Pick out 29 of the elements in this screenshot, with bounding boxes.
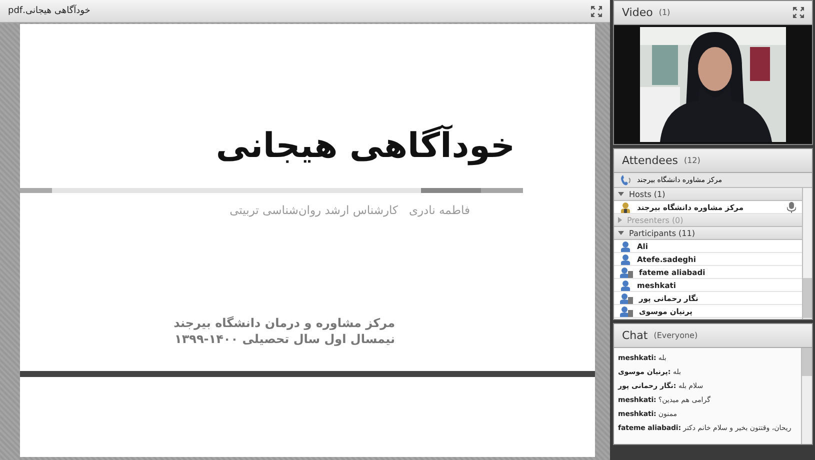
pod-count: (12) — [684, 156, 700, 165]
microphone-icon — [787, 202, 796, 212]
group-header[interactable]: Participants (11) — [614, 227, 802, 240]
pod-count: (Everyone) — [654, 331, 698, 340]
scrollbar-thumb[interactable] — [802, 348, 812, 376]
pod-count: (1) — [658, 8, 670, 17]
people-icon — [620, 292, 633, 304]
collapse-arrow-icon[interactable] — [618, 231, 624, 235]
people-icon — [620, 266, 633, 278]
pod-title: Video — [622, 6, 653, 19]
expand-icon[interactable] — [793, 7, 804, 18]
group-header[interactable]: Hosts (1) — [614, 188, 802, 201]
organization-text: مرکز مشاوره و درمان دانشگاه بیرجند — [172, 315, 395, 331]
expand-icon[interactable] — [591, 6, 602, 16]
pod-title: Attendees — [622, 154, 678, 167]
term-text: نیمسال اول سال تحصیلی ۱۴۰۰-۱۳۹۹ — [174, 331, 395, 347]
file-name: خودآگاهی هیجانی.pdf — [8, 6, 90, 16]
pod-title: Chat — [622, 329, 648, 342]
collapse-arrow-icon[interactable] — [618, 192, 624, 196]
phone-icon[interactable] — [620, 174, 632, 186]
person-icon — [620, 254, 631, 264]
presenter-text: فاطمه نادری کارشناس ارشد روان‌شناسی تربیتی — [228, 203, 470, 217]
slide-title: خودآگاهی هیجانی — [214, 126, 515, 166]
host-icon — [620, 202, 631, 212]
person-icon — [620, 240, 631, 252]
person-icon — [620, 280, 631, 290]
people-icon — [620, 306, 633, 316]
scrollbar-thumb[interactable] — [803, 278, 812, 318]
expand-arrow-icon[interactable] — [618, 217, 622, 223]
